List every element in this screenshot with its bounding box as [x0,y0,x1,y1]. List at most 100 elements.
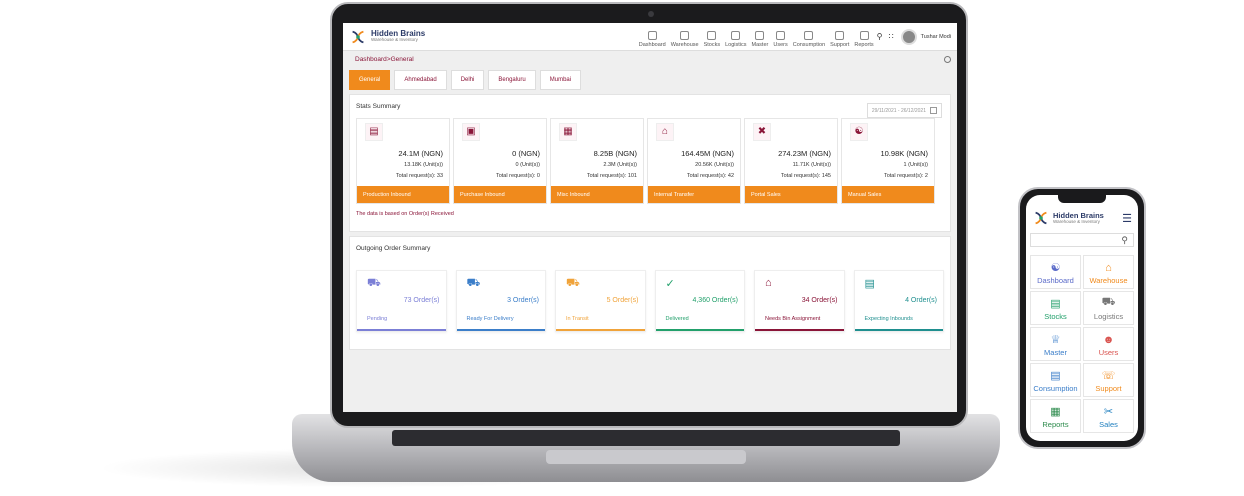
order-status-card[interactable]: ⛟ 73 Order(s) Pending [356,270,447,332]
date-range-value: 29/11/2021 - 26/12/2021 [871,107,926,114]
stat-card[interactable]: ☯ 10.98K (NGN) 1 (Unit(s)) Total request(s)… [841,118,935,204]
stat-label: Misc Inbound [551,186,643,203]
nav-logistics[interactable]: Logistics [725,30,747,48]
mobile-menu-item-warehouse[interactable]: ⌂ Warehouse [1083,255,1134,289]
order-status-card[interactable]: ⛟ 5 Order(s) In Transit [555,270,646,332]
nav-label: Warehouse [670,41,699,48]
order-status-card[interactable]: ▤ 4 Order(s) Expecting Inbounds [853,270,944,332]
truck-icon: ⛟ [367,277,381,289]
nav-warehouse[interactable]: Warehouse [670,30,699,48]
mobile-menu-label: Dashboard [1037,276,1074,285]
nav-consumption[interactable]: Consumption [793,30,825,48]
stat-units: 20.56K (Unit(s)) [695,162,734,168]
stat-card[interactable]: ▤ 24.1M (NGN) 13.18K (Unit(s)) Total reques… [356,118,450,204]
stat-value: 274.23M (NGN) [778,149,831,158]
nav-stocks[interactable]: Stocks [704,30,720,48]
order-status-label: In Transit [566,316,589,322]
tab-bengaluru[interactable]: Bengaluru [488,70,536,90]
mobile-menu-label: Consumption [1033,384,1078,393]
breadcrumb-dashboard[interactable]: Dashboard [355,56,387,63]
nav-reports[interactable]: Reports [854,30,874,48]
avatar [900,28,917,45]
outgoing-grid: ⛟ 73 Order(s) Pending ⛟ 3 Order(s) Ready For … [350,260,950,332]
mobile-menu-item-reports[interactable]: ▦ Reports [1030,399,1081,433]
brand-tagline: Warehouse & Inventory [371,37,418,43]
keyboard [392,430,900,446]
order-status-label: Ready For Delivery [466,316,514,322]
tab-general[interactable]: General [349,70,391,90]
box-icon: ▦ [559,123,577,141]
inbound-icon: ▤ [864,278,875,290]
breadcrumb-current: General [390,55,414,63]
users-icon: ☻ [1102,334,1115,346]
users-icon [776,30,786,40]
order-status-label: Pending [367,316,388,322]
stats-grid: ▤ 24.1M (NGN) 13.18K (Unit(s)) Total reques… [350,118,950,204]
stat-card[interactable]: ▣ 0 (NGN) 0 (Unit(s)) Total request(s): 0 Pu… [453,118,547,204]
tab-delhi[interactable]: Delhi [450,70,485,90]
consumption-icon: ▤ [1050,370,1061,382]
outgoing-summary-title: Outgoing Order Summary [356,245,431,252]
stat-units: 2.3M (Unit(s)) [603,162,637,168]
mobile-menu-item-support[interactable]: ☏ Support [1083,363,1134,397]
stat-units: 11.71K (Unit(s)) [792,162,831,168]
logo[interactable]: Hidden Brains Warehouse & Inventory [349,28,425,46]
stocks-icon: ▤ [1050,298,1061,310]
search-icon[interactable]: ⚲ [877,32,883,41]
mobile-menu-item-dashboard[interactable]: ☯ Dashboard [1030,255,1081,289]
stat-requests: Total request(s): 2 [883,173,928,179]
order-status-card[interactable]: ✓ 4,360 Order(s) Delivered [654,270,745,332]
mobile-menu-label: Support [1095,384,1122,393]
trackpad [546,450,746,464]
handshake-icon: ☯ [850,123,868,141]
calendar-icon [930,107,937,114]
stat-requests: Total request(s): 33 [395,173,443,179]
sales-icon: ✂ [1103,406,1114,418]
mobile-menu-label: Master [1044,348,1067,357]
logistics-icon [731,30,741,40]
stat-value: 10.98K (NGN) [880,149,928,158]
settings-icon[interactable] [944,55,951,63]
apps-grid-icon[interactable]: ∷ [889,32,894,41]
stat-label: Manual Sales [842,186,934,203]
nav-label: Logistics [725,41,747,48]
mobile-menu-item-sales[interactable]: ✂ Sales [1083,399,1134,433]
stat-card[interactable]: ✖ 274.23M (NGN) 11.71K (Unit(s)) Total requ… [744,118,838,204]
reports-icon [859,30,869,40]
nav-dashboard[interactable]: Dashboard [638,30,666,48]
mobile-menu-item-master[interactable]: ♕ Master [1030,327,1081,361]
master-icon [755,30,765,40]
stat-value: 164.45M (NGN) [681,149,734,158]
mobile-menu-item-users[interactable]: ☻ Users [1083,327,1134,361]
delivery-icon: ⛟ [466,277,481,289]
mobile-menu-item-stocks[interactable]: ▤ Stocks [1030,291,1081,325]
date-range-picker[interactable]: 29/11/2021 - 26/12/2021 [866,103,942,118]
support-icon [835,30,845,40]
nav-users[interactable]: Users [773,30,788,48]
mobile-menu-item-consumption[interactable]: ▤ Consumption [1030,363,1081,397]
mobile-menu-label: Reports [1042,420,1069,429]
stat-card[interactable]: ▦ 8.25B (NGN) 2.3M (Unit(s)) Total request(… [550,118,644,204]
user-menu[interactable]: Tushar Modi [900,28,951,45]
status-bar [655,329,744,331]
nav-master[interactable]: Master [752,30,768,48]
location-tabs: General Ahmedabad Delhi Bengaluru Mumbai [343,67,957,90]
breadcrumb: Dashboard > General [343,51,957,67]
mobile-menu-grid: ☯ Dashboard ⌂ Warehouse ▤ Stocks ⛟ Logistics ♕ Ma… [1026,249,1138,433]
tab-mumbai[interactable]: Mumbai [539,70,582,90]
stat-label: Purchase Inbound [454,186,546,203]
order-status-card[interactable]: ⛟ 3 Order(s) Ready For Delivery [455,270,546,332]
nav-label: Dashboard [638,41,666,48]
hamburger-menu-icon[interactable]: ☰ [1122,212,1132,225]
status-bar [755,329,844,331]
mobile-menu-item-logistics[interactable]: ⛟ Logistics [1083,291,1134,325]
nav-support[interactable]: Support [830,30,849,48]
tab-ahmedabad[interactable]: Ahmedabad [394,70,447,90]
logo-icon [1035,211,1047,225]
stat-card[interactable]: ⌂ 164.45M (NGN) 20.56K (Unit(s)) Total requ… [647,118,741,204]
mobile-search-input[interactable]: ⚲ [1030,233,1134,247]
bin-icon: ⌂ [765,277,772,289]
order-count: 4,360 Order(s) [692,297,738,304]
stats-summary-card: Stats Summary 29/11/2021 - 26/12/2021 ▤ 2… [349,94,951,232]
order-status-card[interactable]: ⌂ 34 Order(s) Needs Bin Assignment [754,270,845,332]
